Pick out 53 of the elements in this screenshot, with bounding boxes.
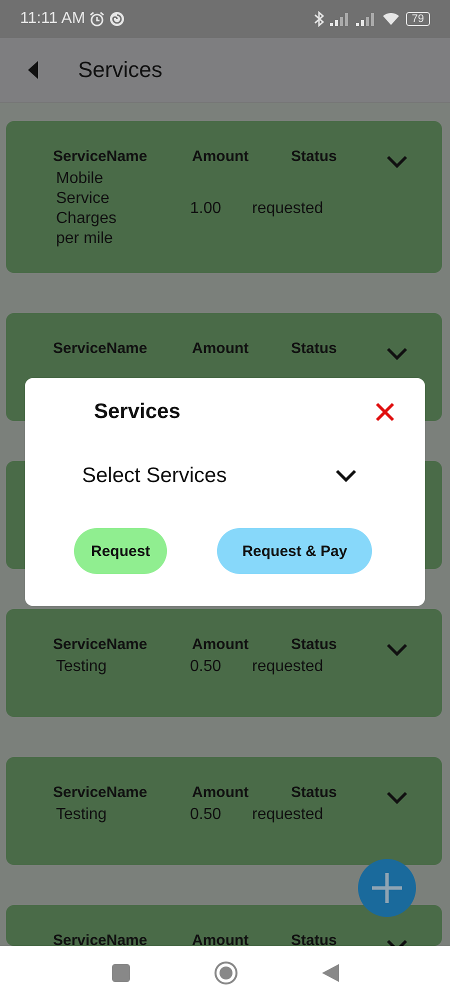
bluetooth-icon (314, 11, 324, 27)
signal-icon (356, 12, 376, 26)
column-header: Amount (192, 636, 249, 653)
column-header: Status (291, 784, 337, 801)
column-header: ServiceName (53, 148, 148, 165)
expand-chevron-icon[interactable] (386, 939, 408, 946)
back-icon[interactable] (322, 964, 338, 982)
clock-time: 11:11 AM (20, 10, 86, 28)
services-dropdown[interactable]: Select Services (82, 464, 357, 488)
column-header: Amount (192, 932, 249, 946)
column-header: ServiceName (53, 636, 148, 653)
column-header: Amount (192, 784, 249, 801)
close-icon[interactable] (375, 402, 395, 422)
column-header: Amount (192, 340, 249, 357)
signal-icon (330, 12, 350, 26)
column-header: ServiceName (53, 784, 148, 801)
back-icon[interactable] (28, 61, 38, 79)
service-name: Testing (56, 805, 108, 825)
service-name: Testing (56, 657, 108, 677)
status-value: requested (252, 658, 324, 676)
request-button[interactable]: Request (74, 528, 168, 574)
dialog-title: Services (94, 400, 180, 424)
expand-chevron-icon[interactable] (386, 155, 408, 169)
amount-value: 0.50 (190, 806, 222, 824)
swirl-icon (109, 11, 126, 27)
add-fab[interactable] (358, 859, 416, 917)
column-header: Status (291, 636, 337, 653)
column-header: Status (291, 148, 337, 165)
service-name: Mobile Service Charges per mile (56, 169, 118, 249)
dropdown-chevron-icon[interactable] (335, 469, 357, 483)
alarm-clock-icon (89, 11, 106, 27)
expand-chevron-icon[interactable] (386, 347, 408, 361)
service-card[interactable]: ServiceName Amount Status Mobile Service Charges per mile 1.00 requested (6, 121, 442, 273)
column-header: Status (291, 340, 337, 357)
column-header: Amount (192, 148, 249, 165)
wifi-icon (382, 12, 400, 26)
service-card[interactable]: ServiceName Amount Status Testing 0.50 requested (6, 609, 442, 717)
screen-title: Services (78, 57, 162, 83)
amount-value: 0.50 (190, 658, 222, 676)
battery-icon: 79 (406, 12, 430, 26)
column-header: ServiceName (53, 932, 148, 946)
recent-apps-icon[interactable] (112, 964, 130, 982)
expand-chevron-icon[interactable] (386, 791, 408, 805)
home-icon[interactable] (214, 961, 238, 985)
service-card[interactable]: ServiceName Amount Status Testing 0.50 requested (6, 757, 442, 865)
status-value: requested (252, 200, 324, 218)
service-card[interactable]: ServiceName Amount Status (6, 905, 442, 946)
column-header: ServiceName (53, 340, 148, 357)
status-value: requested (252, 806, 324, 824)
request-pay-button[interactable]: Request & Pay (217, 528, 372, 574)
column-header: Status (291, 932, 337, 946)
amount-value: 1.00 (190, 200, 222, 218)
expand-chevron-icon[interactable] (386, 643, 408, 657)
